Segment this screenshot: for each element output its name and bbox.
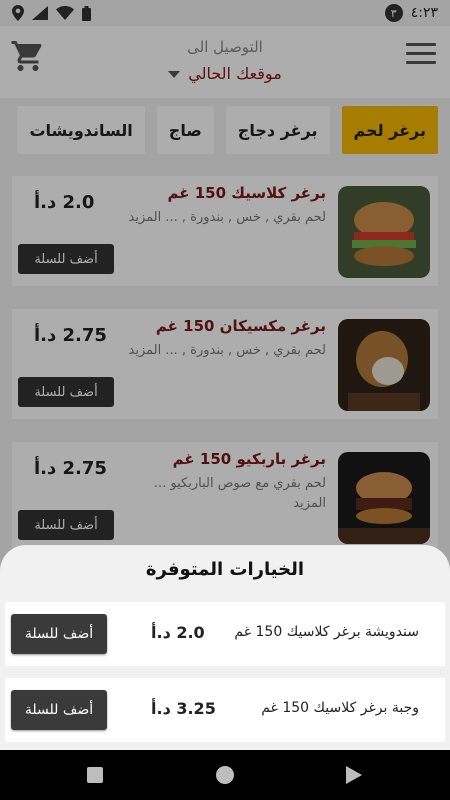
system-nav-bar xyxy=(0,750,450,800)
option-add-to-cart-button[interactable]: أضف للسلة xyxy=(11,614,107,654)
options-sheet: الخيارات المتوفرة سندويشة برغر كلاسيك 15… xyxy=(0,545,450,750)
option-name: وجبة برغر كلاسيك 150 غم xyxy=(261,700,419,716)
sheet-title: الخيارات المتوفرة xyxy=(145,559,305,580)
option-row[interactable]: وجبة برغر كلاسيك 150 غم 3.25 د.أ أضف للس… xyxy=(5,678,445,742)
home-icon[interactable] xyxy=(216,766,234,784)
option-price: 2.0 د.أ xyxy=(151,623,205,642)
recent-apps-icon[interactable] xyxy=(87,767,103,783)
option-add-to-cart-button[interactable]: أضف للسلة xyxy=(11,690,107,730)
option-price: 3.25 د.أ xyxy=(151,699,216,718)
back-icon[interactable] xyxy=(346,766,362,784)
option-name: سندويشة برغر كلاسيك 150 غم xyxy=(234,624,419,640)
option-row[interactable]: سندويشة برغر كلاسيك 150 غم 2.0 د.أ أضف ل… xyxy=(5,602,445,666)
